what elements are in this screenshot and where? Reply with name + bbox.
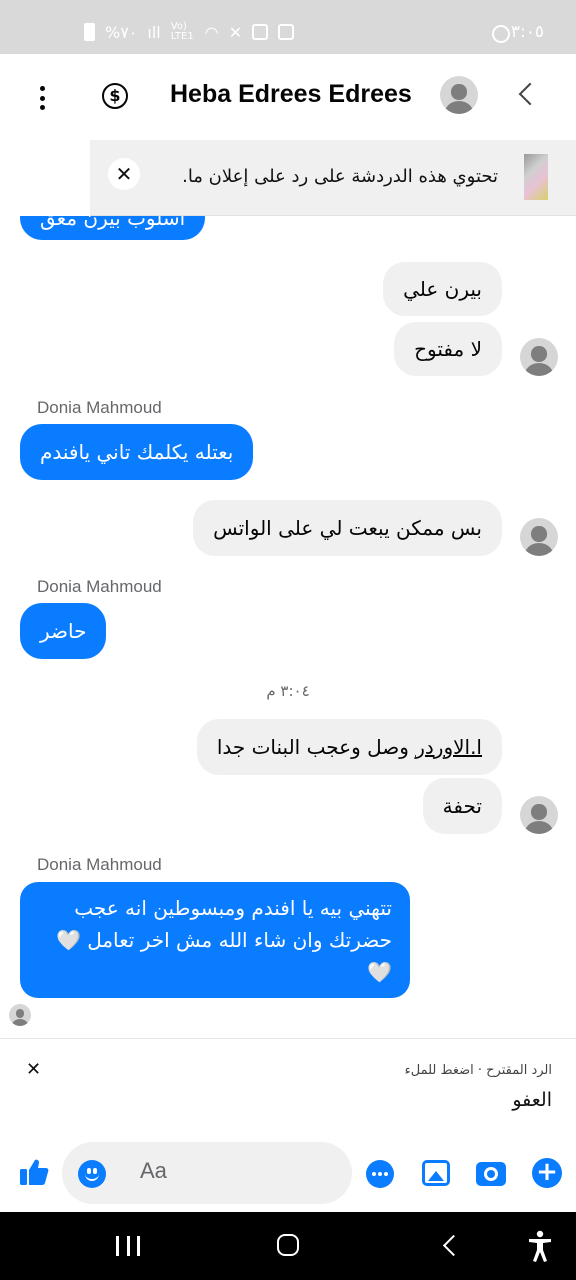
- network-label: Vo) LTE1: [170, 21, 194, 42]
- message-bubble[interactable]: تتهني بيه يا افندم ومبسوطين انه عجب حضرت…: [20, 882, 410, 998]
- status-bar: %٧٠ ıll Vo) LTE1 ◠ ✕ ٣:٠٥: [0, 0, 576, 54]
- seen-avatar: [9, 1004, 31, 1026]
- home-icon[interactable]: [277, 1234, 299, 1256]
- sender-name: Donia Mahmoud: [37, 855, 162, 874]
- message-input[interactable]: Aa: [62, 1142, 352, 1204]
- emoji-icon[interactable]: [78, 1160, 106, 1188]
- thumbs-up-icon[interactable]: [18, 1156, 50, 1188]
- add-icon[interactable]: +: [532, 1158, 562, 1188]
- message-line: تتهني بيه يا افندم ومبسوطين انه عجب: [74, 896, 392, 920]
- message-bubble[interactable]: حاضر: [20, 603, 107, 659]
- recent-apps-icon[interactable]: [116, 1236, 140, 1256]
- close-suggestion-icon[interactable]: ✕: [26, 1059, 41, 1080]
- message-line: 🤍: [367, 960, 392, 984]
- message-line: حضرتك وان شاء الله مش اخر تعامل 🤍: [55, 928, 392, 952]
- wifi-icon: ◠: [204, 22, 219, 42]
- nav-back-icon[interactable]: [442, 1234, 465, 1257]
- message-bubble[interactable]: ا.الاوردر وصل وعجب البنات جدا: [196, 719, 502, 775]
- contact-avatar[interactable]: [440, 76, 478, 114]
- sender-name: Donia Mahmoud: [37, 398, 162, 417]
- message-bubble[interactable]: تحفة: [422, 778, 502, 834]
- battery-percent: %٧٠: [105, 22, 138, 42]
- status-time: ٣:٠٥: [510, 22, 544, 42]
- signal-icon: ıll: [147, 22, 161, 42]
- battery-saver-icon: [278, 24, 295, 40]
- mute-icon: ✕: [228, 22, 243, 42]
- close-banner-button[interactable]: ✕: [108, 158, 140, 190]
- accessibility-icon[interactable]: [526, 1230, 554, 1262]
- participant-avatar: [520, 518, 558, 556]
- participant-avatar: [520, 338, 558, 376]
- message-text: وصل وعجب البنات جدا: [216, 735, 416, 759]
- contact-name[interactable]: Heba Edrees Edrees: [170, 80, 412, 109]
- chat-header: $ Heba Edrees Edrees: [0, 54, 576, 140]
- message-placeholder: Aa: [140, 1158, 167, 1183]
- participant-avatar: [520, 796, 558, 834]
- back-chevron-icon[interactable]: [518, 82, 542, 106]
- more-options-icon[interactable]: [30, 80, 54, 116]
- camera-icon[interactable]: [476, 1162, 506, 1186]
- message-link[interactable]: ا.الاوردر: [415, 735, 482, 759]
- message-bubble[interactable]: بيرن علي: [383, 262, 502, 316]
- ad-reply-banner: ✕ تحتوي هذه الدردشة على رد على إعلان ما.: [90, 140, 576, 216]
- ad-thumbnail[interactable]: [524, 154, 548, 200]
- message-list[interactable]: اسلوب بيرن معق بيرن علي لا مفتوح Donia M…: [0, 216, 576, 1038]
- system-nav-bar: [0, 1212, 576, 1280]
- suggested-reply-panel: ✕ الرد المقترح · اضغط للملء العفو: [0, 1038, 576, 1136]
- suggestion-label: الرد المقترح · اضغط للملء: [404, 1063, 552, 1078]
- composer-bar: Aa +: [0, 1136, 576, 1212]
- message-bubble[interactable]: لا مفتوح: [394, 322, 502, 376]
- gallery-icon[interactable]: [422, 1160, 450, 1186]
- more-actions-icon[interactable]: [366, 1160, 394, 1188]
- ad-banner-text: تحتوي هذه الدردشة على رد على إعلان ما.: [182, 166, 498, 187]
- suggested-reply-chip[interactable]: العفو: [512, 1089, 552, 1111]
- sender-name: Donia Mahmoud: [37, 577, 162, 596]
- whatsapp-icon: [492, 25, 510, 43]
- message-timestamp: ٣:٠٤ م: [266, 682, 310, 700]
- status-icons: %٧٠ ıll Vo) LTE1 ◠ ✕: [84, 21, 295, 42]
- message-bubble[interactable]: اسلوب بيرن معق: [20, 216, 206, 240]
- dollar-icon[interactable]: $: [102, 83, 128, 109]
- message-bubble[interactable]: بس ممكن يبعت لي على الواتس: [193, 500, 502, 556]
- battery-icon: [84, 23, 95, 41]
- alarm-icon: [252, 24, 269, 40]
- message-bubble[interactable]: بعتله يكلمك تاني يافندم: [20, 424, 254, 480]
